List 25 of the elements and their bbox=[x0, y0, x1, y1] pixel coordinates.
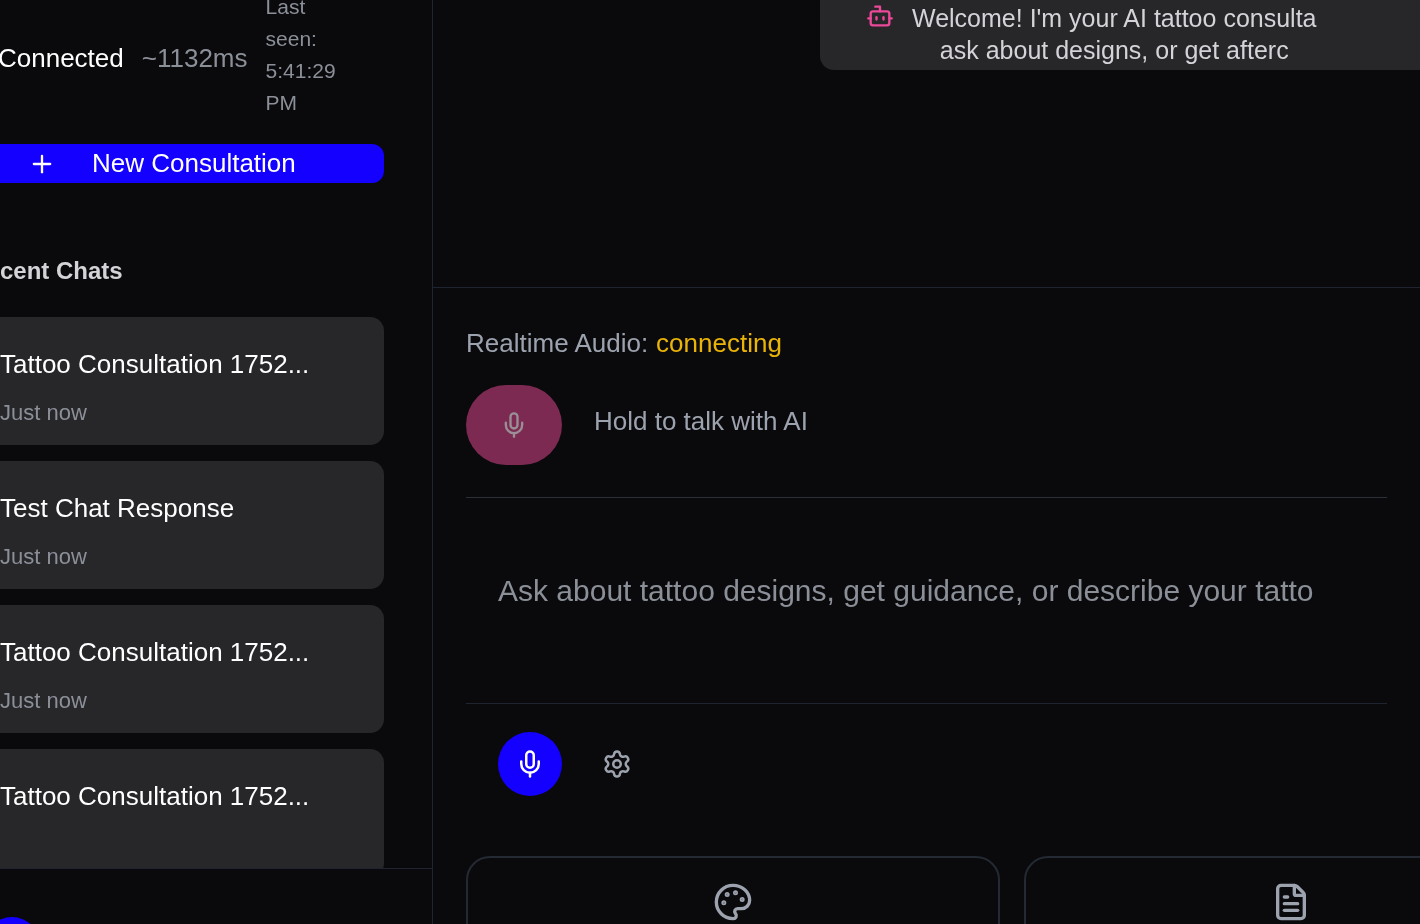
chat-time: Just now bbox=[0, 543, 88, 571]
chat-title: Test Chat Response bbox=[0, 492, 236, 525]
chat-title: Tattoo Consultation 1752... bbox=[0, 780, 311, 813]
hold-hint: Hold to talk with AI bbox=[594, 404, 808, 438]
welcome-text: ask about designs, or get afterc bbox=[939, 35, 1289, 66]
chat-item[interactable]: Tattoo Consultation 1752... Just now bbox=[0, 317, 384, 445]
audio-label: Realtime Audio: bbox=[466, 327, 649, 360]
chat-item[interactable]: Tattoo Consultation 1752... Just now bbox=[0, 605, 384, 733]
chat-item[interactable]: Test Chat Response Just now bbox=[0, 461, 384, 589]
chat-item[interactable]: Tattoo Consultation 1752... bbox=[0, 749, 384, 868]
latency: ~1132ms bbox=[141, 41, 248, 75]
settings-icon bbox=[602, 749, 632, 779]
settings-button[interactable] bbox=[602, 749, 632, 779]
section-title: cent Chats bbox=[0, 256, 124, 286]
chat-title: Tattoo Consultation 1752... bbox=[0, 348, 311, 381]
audio-status: connecting bbox=[656, 327, 782, 360]
chat-time: Just now bbox=[0, 687, 88, 715]
connection-status: Connected bbox=[0, 41, 124, 75]
last-seen: Last seen: 5:41:29 PM bbox=[265, 0, 337, 116]
chat-title: Tattoo Consultation 1752... bbox=[0, 636, 311, 669]
new-consultation-button[interactable]: New Consultation bbox=[0, 144, 384, 183]
chat-time: Just now bbox=[0, 399, 88, 427]
welcome-text: Welcome! I'm your AI tattoo consulta bbox=[912, 3, 1317, 34]
palette-icon bbox=[713, 882, 753, 922]
message-input[interactable]: Ask about tattoo designs, get guidance, or describe your tatto bbox=[466, 498, 1387, 704]
